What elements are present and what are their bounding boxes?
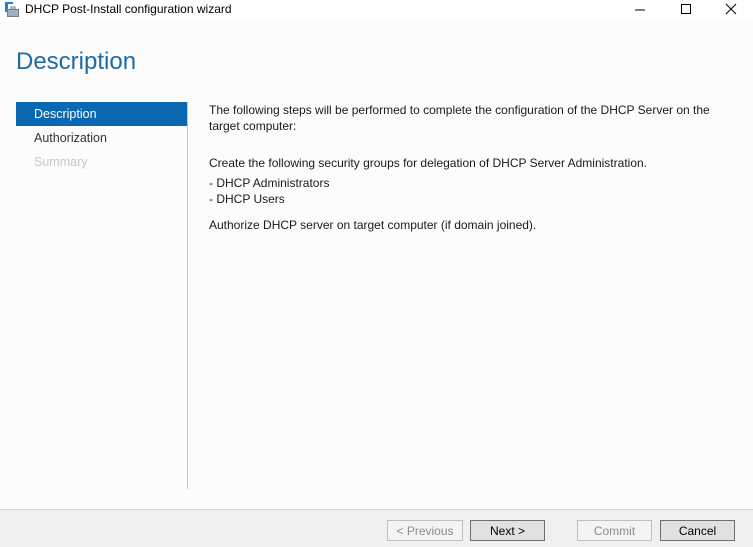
wizard-footer: < Previous Next > Commit Cancel [0,509,753,547]
maximize-button[interactable] [664,0,708,18]
nav-step-summary: Summary [34,155,88,169]
intro-text: The following steps will be performed to… [209,103,710,133]
minimize-button[interactable] [618,0,662,18]
wizard-steps-nav: Description Authorization Summary [16,102,187,174]
groups-intro-text: Create the following security groups for… [209,156,647,170]
close-button[interactable] [709,0,753,18]
list-item: - DHCP Users [209,192,285,206]
authorize-text: Authorize DHCP server on target computer… [209,218,537,232]
title-bar: DHCP Post-Install configuration wizard [0,0,753,22]
security-groups-list: - DHCP Administrators - DHCP Users [209,175,329,207]
nav-divider [187,102,188,489]
nav-step-description[interactable]: Description [16,102,187,126]
next-button[interactable]: Next > [470,520,545,541]
maximize-icon [681,4,691,14]
previous-button[interactable]: < Previous [387,520,463,541]
commit-button[interactable]: Commit [577,520,652,541]
briefcase-server-icon [4,2,19,17]
window-title: DHCP Post-Install configuration wizard [25,2,232,16]
nav-step-authorization[interactable]: Authorization [16,126,187,150]
list-item: - DHCP Administrators [209,176,330,190]
cancel-button[interactable]: Cancel [660,520,735,541]
close-icon [725,3,737,15]
page-title: Description [16,48,137,75]
minimize-icon [635,9,645,11]
wizard-body: Description Description Authorization Su… [0,22,753,509]
